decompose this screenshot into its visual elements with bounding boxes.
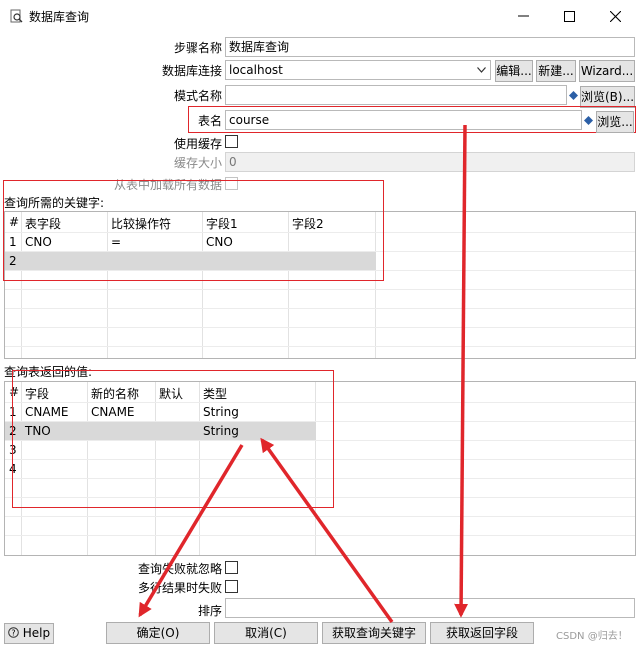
connection-label: 数据库连接 [161,64,222,78]
multi-fail-checkbox[interactable] [225,580,238,593]
close-icon [609,10,621,22]
browse-table-button[interactable]: 浏览... [596,111,634,133]
connection-value: localhost [229,63,283,77]
order-label: 排序 [197,604,222,618]
connection-select[interactable]: localhost [225,60,491,80]
variable-diamond-icon [569,91,578,100]
maximize-icon [563,10,575,22]
minimize-icon [517,15,529,17]
new-connection-button[interactable]: 新建... [536,60,576,82]
returns-annotation-box [12,370,334,508]
svg-text:?: ? [11,629,15,638]
ok-button[interactable]: 确定(O) [106,622,210,644]
order-input[interactable] [225,598,635,618]
cache-size-label: 缓存大小 [173,156,222,170]
schema-input[interactable] [225,85,567,105]
help-label: Help [22,626,51,640]
cache-size-input[interactable]: 0 [225,152,635,172]
schema-label: 模式名称 [173,89,222,103]
help-icon: ? [8,627,19,638]
database-icon [10,9,23,23]
title-bar: 数据库查询 [0,0,640,32]
window-title: 数据库查询 [29,10,90,24]
get-lookup-keys-button[interactable]: 获取查询关键字 [322,622,426,644]
step-name-label: 步骤名称 [173,41,222,55]
use-cache-label: 使用缓存 [173,137,222,151]
close-button[interactable] [592,0,638,32]
ignore-fail-label: 查询失败就忽略 [137,562,222,576]
minimize-button[interactable] [500,0,546,32]
variable-diamond-icon [584,116,593,125]
help-button[interactable]: ? Help [4,623,54,644]
multi-fail-label: 多行结果时失败 [137,581,222,595]
use-cache-checkbox[interactable] [225,135,238,148]
get-return-fields-button[interactable]: 获取返回字段 [430,622,534,644]
wizard-button[interactable]: Wizard... [579,60,635,82]
ignore-fail-checkbox[interactable] [225,561,238,574]
keys-annotation-box [3,180,384,281]
table-label: 表名 [197,114,222,128]
step-name-input[interactable]: 数据库查询 [225,37,635,57]
chevron-down-icon [477,67,486,73]
table-name-input[interactable]: course [225,110,582,130]
watermark: CSDN @归去！ [556,631,628,642]
edit-connection-button[interactable]: 编辑... [495,60,533,82]
maximize-button[interactable] [546,0,592,32]
cancel-button[interactable]: 取消(C) [214,622,318,644]
browse-schema-button[interactable]: 浏览(B)... [580,86,635,108]
